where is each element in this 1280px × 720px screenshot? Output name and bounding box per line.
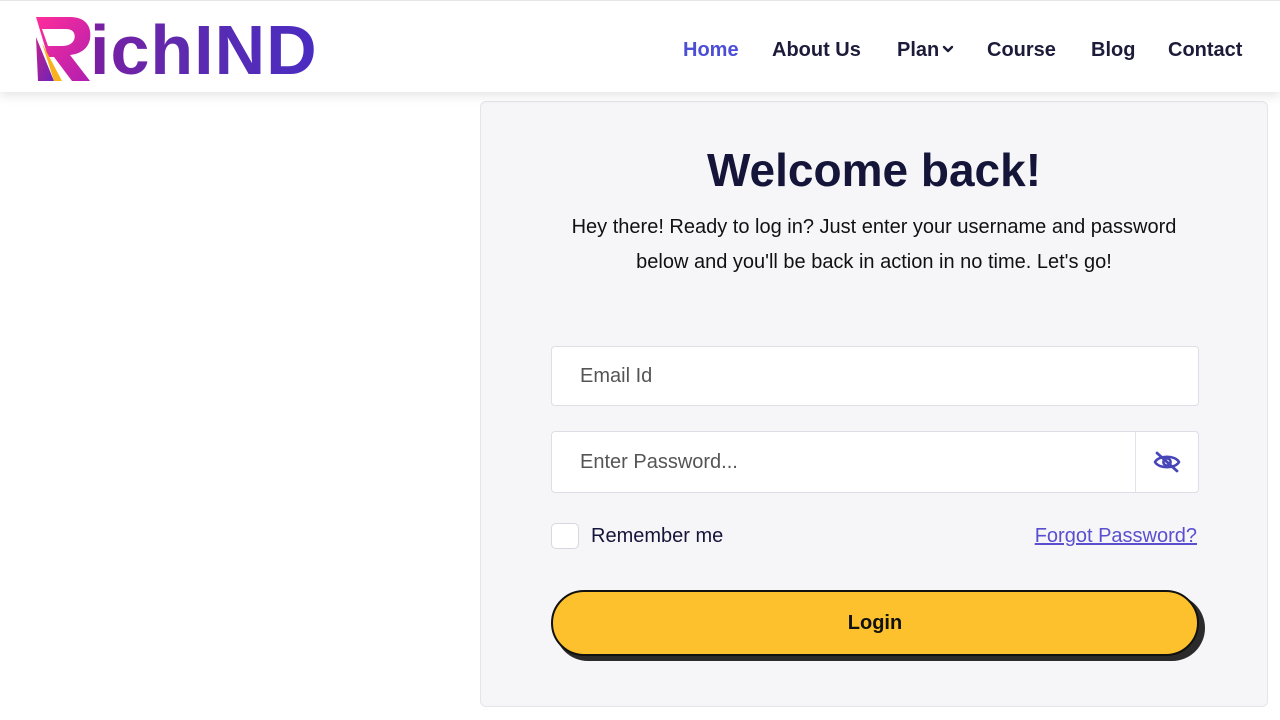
nav-blog[interactable]: Blog (1091, 37, 1135, 63)
password-field (551, 431, 1199, 493)
password-input[interactable] (552, 432, 1136, 492)
site-header: ichIND Home About Us Plan Course Blog Co… (0, 0, 1280, 92)
email-input[interactable] (551, 346, 1199, 406)
logo-text: ichIND (90, 11, 318, 89)
brand-logo[interactable]: ichIND (32, 13, 362, 85)
login-card: Welcome back! Hey there! Ready to log in… (480, 101, 1268, 707)
nav-about-us[interactable]: About Us (772, 37, 861, 63)
logo-r-mark (36, 17, 91, 81)
login-button[interactable]: Login (551, 590, 1199, 656)
forgot-password-link[interactable]: Forgot Password? (1035, 523, 1197, 549)
nav-home[interactable]: Home (683, 37, 739, 63)
nav-plan-label: Plan (897, 39, 940, 61)
remember-me[interactable]: Remember me (551, 523, 723, 549)
password-visibility-toggle[interactable] (1136, 432, 1198, 492)
login-title: Welcome back! (706, 144, 1042, 196)
remember-checkbox[interactable] (551, 523, 579, 549)
nav-plan[interactable]: Plan (897, 37, 954, 63)
eye-slash-icon (1153, 451, 1181, 473)
nav-course[interactable]: Course (987, 37, 1056, 63)
login-subtitle: Hey there! Ready to log in? Just enter y… (571, 216, 1177, 273)
remember-label: Remember me (591, 524, 724, 547)
chevron-down-icon (943, 45, 954, 52)
nav-contact[interactable]: Contact (1168, 37, 1242, 63)
